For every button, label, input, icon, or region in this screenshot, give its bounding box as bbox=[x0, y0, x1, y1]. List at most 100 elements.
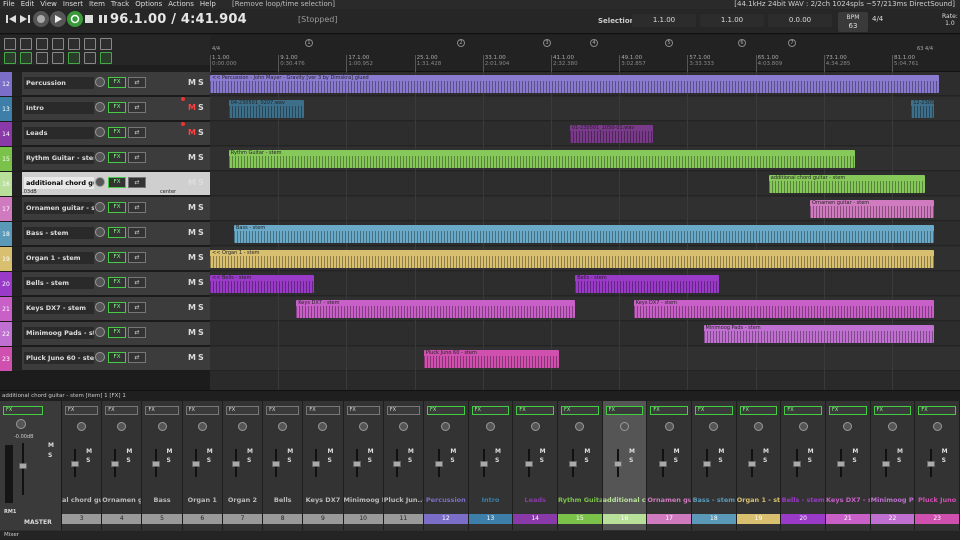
track-name-field[interactable]: Bells - stem bbox=[24, 277, 94, 289]
track-fx-button[interactable]: FX bbox=[108, 202, 126, 213]
project-marker-5[interactable]: 5 bbox=[665, 39, 673, 47]
master-solo-button[interactable]: S bbox=[48, 451, 54, 461]
strip-solo-button[interactable]: S bbox=[126, 456, 132, 465]
strip-mute-solo[interactable]: MS bbox=[852, 447, 858, 465]
routing-icon[interactable]: ⇄ bbox=[128, 127, 146, 138]
strip-fader[interactable] bbox=[479, 461, 488, 467]
strip-pan-knob[interactable] bbox=[932, 422, 942, 431]
record-arm-knob[interactable] bbox=[95, 327, 105, 337]
track-header-21[interactable]: 21 Keys DX7 - stem FX ⇄ M S bbox=[0, 297, 210, 321]
track-header-22[interactable]: 22 Minimoog Pads - stem FX⇄ MS bbox=[0, 322, 210, 346]
routing-icon[interactable]: ⇄ bbox=[128, 227, 146, 238]
strip-mute-button[interactable]: M bbox=[247, 447, 253, 456]
master-fx-button[interactable]: FX bbox=[3, 406, 43, 415]
strip-mute-button[interactable]: M bbox=[408, 447, 414, 456]
go-to-end-button[interactable] bbox=[18, 12, 32, 26]
mixer-strip-14[interactable]: FX M S Leads 14 bbox=[513, 401, 558, 530]
mixer-docker-tab[interactable]: Mixer bbox=[0, 531, 960, 540]
mixer-strip-10[interactable]: FX MS Minimoog Pa 10 bbox=[343, 401, 384, 530]
grouping-icon[interactable] bbox=[36, 52, 48, 64]
strip-mute-solo[interactable]: MS bbox=[368, 447, 374, 465]
strip-fx-button[interactable]: FX bbox=[739, 406, 778, 415]
media-item[interactable]: Keys DX7 - stem bbox=[296, 300, 576, 318]
strip-mute-button[interactable]: M bbox=[495, 447, 501, 456]
strip-solo-button[interactable]: S bbox=[368, 456, 374, 465]
media-item[interactable]: << Organ 1 - stem bbox=[210, 250, 934, 268]
strip-fader[interactable] bbox=[837, 461, 846, 467]
strip-mute-solo[interactable]: MS bbox=[897, 447, 903, 465]
strip-pan-knob[interactable] bbox=[157, 422, 167, 431]
menu-view[interactable]: View bbox=[37, 0, 60, 9]
record-arm-knob[interactable] bbox=[95, 177, 105, 187]
track-header-15[interactable]: 15 Rythm Guitar - stem FX ⇄ M S bbox=[0, 147, 210, 171]
strip-fx-button[interactable]: FX bbox=[306, 406, 340, 415]
mixer-strip-19[interactable]: FX M S Organ 1 - st 19 bbox=[736, 401, 782, 530]
track-header-20[interactable]: 20 Bells - stem FX ⇄ M S bbox=[0, 272, 210, 296]
mixer-strip-8[interactable]: FX M S Bells 8 bbox=[263, 401, 304, 530]
track-fx-button[interactable]: FX bbox=[108, 102, 126, 113]
mixer-strip-7[interactable]: FX M S Organ 2 7 bbox=[222, 401, 264, 530]
strip-mute-button[interactable]: M bbox=[207, 447, 213, 456]
routing-icon[interactable]: ⇄ bbox=[128, 77, 146, 88]
save-project-icon[interactable] bbox=[36, 38, 48, 50]
record-arm-knob[interactable] bbox=[95, 352, 105, 362]
track-lane[interactable] bbox=[210, 97, 960, 121]
solo-button[interactable]: S bbox=[198, 203, 204, 212]
strip-fx-button[interactable]: FX bbox=[266, 406, 300, 415]
mute-button[interactable]: M bbox=[188, 303, 196, 312]
track-header-19[interactable]: 19 Organ 1 - stem FX ⇄ M S bbox=[0, 247, 210, 271]
media-item[interactable]: 12-2305 bbox=[911, 100, 934, 118]
mute-button[interactable]: M bbox=[188, 353, 196, 362]
mixer-strip-15[interactable]: FX MS Rythm Guitar 15 bbox=[558, 401, 603, 530]
media-item[interactable]: << Percussion - John Mayer - Gravity [ve… bbox=[210, 75, 939, 93]
strip-mute-solo[interactable]: MS bbox=[584, 447, 590, 465]
strip-mute-solo[interactable]: MS bbox=[287, 447, 293, 465]
strip-fx-button[interactable]: FX bbox=[145, 406, 179, 415]
routing-icon[interactable]: ⇄ bbox=[128, 352, 146, 363]
strip-mute-button[interactable]: M bbox=[942, 447, 948, 456]
strip-fader[interactable] bbox=[272, 461, 281, 467]
strip-fx-button[interactable]: FX bbox=[225, 406, 260, 415]
track-name-field[interactable]: Rythm Guitar - stem bbox=[24, 152, 94, 164]
mute-button[interactable]: M bbox=[188, 103, 196, 112]
track-name-field[interactable]: Organ 1 - stem bbox=[24, 252, 94, 264]
strip-mute-solo[interactable]: MS bbox=[207, 447, 213, 465]
metronome-icon[interactable] bbox=[100, 38, 112, 50]
strip-fader[interactable] bbox=[392, 461, 401, 467]
markers-icon[interactable] bbox=[84, 52, 96, 64]
strip-fx-button[interactable]: FX bbox=[346, 406, 380, 415]
lock-icon[interactable] bbox=[100, 52, 112, 64]
mixer-strip-22[interactable]: FX M S Minimoog Pa 22 bbox=[870, 401, 916, 530]
record-arm-knob[interactable] bbox=[95, 302, 105, 312]
strip-mute-solo[interactable]: MS bbox=[942, 447, 948, 465]
strip-fader[interactable] bbox=[111, 461, 120, 467]
routing-icon[interactable]: ⇄ bbox=[128, 152, 146, 163]
timeline-ruler[interactable]: 4/4 63 4/4 1 2 3 4 5 6 7 1.1.00 0:00.000 9.1.00 0… bbox=[210, 35, 960, 72]
menu-track[interactable]: Track bbox=[108, 0, 132, 9]
strip-fader[interactable] bbox=[792, 461, 801, 467]
strip-mute-button[interactable]: M bbox=[450, 447, 456, 456]
track-fx-button[interactable]: FX bbox=[108, 327, 126, 338]
mute-button[interactable]: M bbox=[188, 203, 196, 212]
routing-icon[interactable]: ⇄ bbox=[128, 177, 146, 188]
solo-button[interactable]: S bbox=[198, 328, 204, 337]
menu-edit[interactable]: Edit bbox=[18, 0, 38, 9]
master-mute-solo[interactable]: MS bbox=[48, 441, 54, 461]
project-marker-3[interactable]: 3 bbox=[543, 39, 551, 47]
strip-mute-button[interactable]: M bbox=[897, 447, 903, 456]
strip-fader[interactable] bbox=[747, 461, 756, 467]
strip-mute-button[interactable]: M bbox=[167, 447, 173, 456]
strip-mute-button[interactable]: M bbox=[629, 447, 635, 456]
master-strip[interactable]: FX -0.00dB MS RM1 MASTER bbox=[0, 401, 62, 530]
mixer-strip-3[interactable]: FX M Sal chord gui 3 bbox=[62, 401, 103, 530]
open-project-icon[interactable] bbox=[20, 38, 32, 50]
strip-mute-button[interactable]: M bbox=[540, 447, 546, 456]
strip-fader[interactable] bbox=[151, 461, 160, 467]
snap-icon[interactable] bbox=[4, 52, 16, 64]
strip-fx-button[interactable]: FX bbox=[784, 406, 822, 415]
mixer-strip-16[interactable]: FX M Sadditional ch 16 bbox=[602, 401, 648, 530]
routing-icon[interactable]: ⇄ bbox=[128, 302, 146, 313]
strip-mute-button[interactable]: M bbox=[808, 447, 814, 456]
master-fader[interactable] bbox=[19, 463, 27, 469]
project-marker-4[interactable]: 4 bbox=[590, 39, 598, 47]
